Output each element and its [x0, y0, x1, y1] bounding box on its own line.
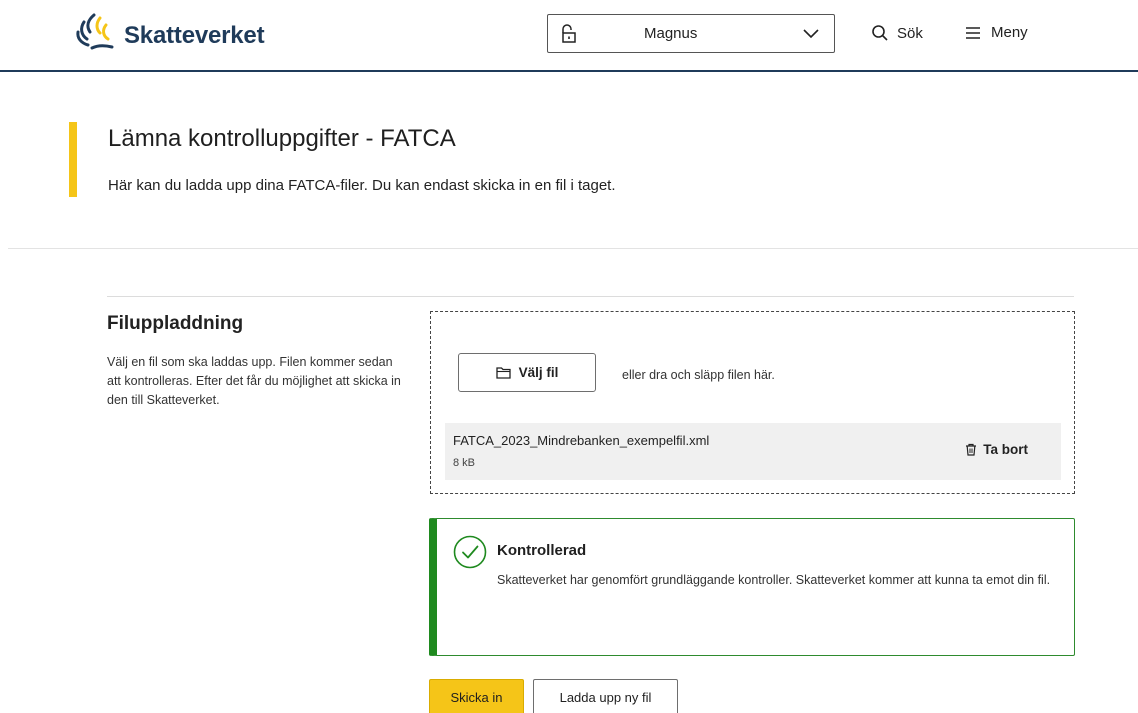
file-size: 8 kB	[453, 457, 476, 469]
section-divider	[8, 248, 1138, 249]
search-label: Sök	[897, 24, 923, 42]
drop-hint: eller dra och släpp filen här.	[622, 368, 775, 382]
account-selector[interactable]: Magnus	[547, 14, 835, 53]
page-intro: Här kan du ladda upp dina FATCA-filer. D…	[108, 177, 616, 194]
menu-button[interactable]: Meny	[965, 24, 1028, 41]
status-message: Kontrollerad Skatteverket har genomfört …	[429, 518, 1075, 656]
title-accent-bar	[69, 122, 77, 197]
status-title: Kontrollerad	[497, 542, 587, 559]
chevron-down-icon	[802, 27, 820, 45]
skatteverket-logo-icon	[76, 13, 114, 50]
search-button[interactable]: Sök	[871, 24, 923, 42]
page-title: Lämna kontrolluppgifter - FATCA	[108, 125, 456, 152]
hamburger-icon	[966, 26, 980, 39]
remove-file-button[interactable]: Ta bort	[965, 442, 1028, 457]
remove-file-label: Ta bort	[983, 442, 1028, 457]
status-text: Skatteverket har genomfört grundläggande…	[497, 573, 1051, 587]
uploaded-file-row: FATCA_2023_Mindrebanken_exempelfil.xml 8…	[445, 423, 1061, 480]
upload-section-heading: Filuppladdning	[107, 313, 244, 334]
submit-button[interactable]: Skicka in	[429, 679, 524, 713]
brand-name: Skatteverket	[124, 22, 265, 49]
lock-icon	[560, 24, 578, 49]
site-header: Skatteverket Magnus Sök Meny	[0, 0, 1138, 72]
menu-label: Meny	[991, 24, 1028, 41]
upload-new-file-button[interactable]: Ladda upp ny fil	[533, 679, 678, 713]
search-icon	[872, 25, 888, 41]
file-name: FATCA_2023_Mindrebanken_exempelfil.xml	[453, 433, 710, 448]
file-dropzone[interactable]: Välj fil eller dra och släpp filen här. …	[430, 311, 1075, 494]
choose-file-label: Välj fil	[518, 365, 559, 380]
folder-icon	[495, 367, 511, 379]
section-divider	[107, 296, 1074, 297]
check-circle-icon	[453, 535, 487, 574]
account-name: Magnus	[644, 25, 698, 42]
trash-icon	[966, 443, 977, 456]
skatteverket-logo[interactable]: Skatteverket	[74, 12, 265, 50]
choose-file-button[interactable]: Välj fil	[458, 353, 596, 392]
upload-section-description: Välj en fil som ska laddas upp. Filen ko…	[107, 355, 401, 407]
